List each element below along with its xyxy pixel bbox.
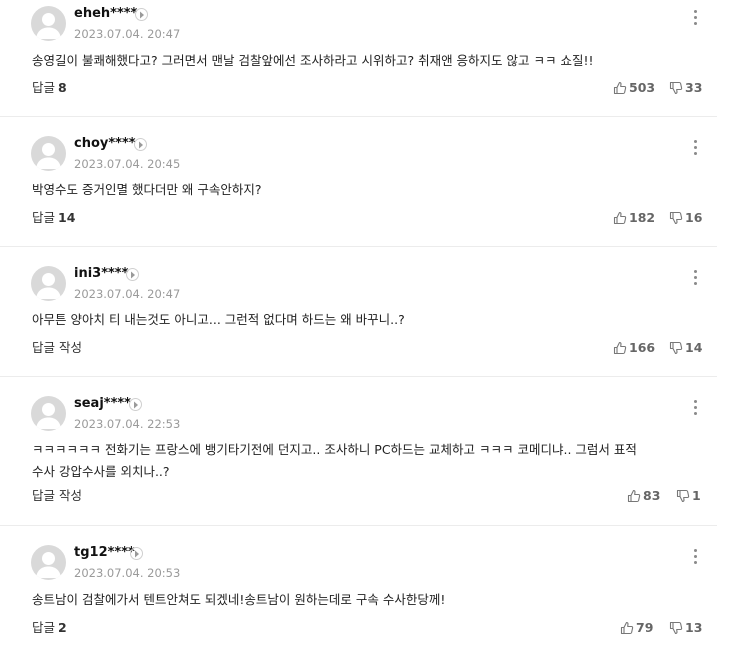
- reply-count: 2: [58, 620, 67, 635]
- comment-text-line: 수사 강압수사를 외치나..?: [32, 464, 170, 479]
- dislike-button[interactable]: 33: [669, 80, 702, 96]
- reply-label: 답글 작성: [32, 488, 82, 503]
- comment-text: 박영수도 증거인멸 했다더만 왜 구속안하지?: [32, 182, 262, 197]
- reply-label: 답글 작성: [32, 340, 82, 355]
- reply-count: 14: [58, 210, 76, 225]
- more-options-icon[interactable]: [690, 10, 700, 28]
- reply-label: 답글: [32, 80, 56, 95]
- username[interactable]: seaj****: [74, 396, 131, 412]
- timestamp: 2023.07.04. 20:45: [74, 157, 181, 171]
- thumbs-down-icon: [676, 489, 690, 503]
- default-avatar-icon: [36, 13, 61, 39]
- thumbs-down-icon: [669, 211, 683, 225]
- default-avatar-icon: [36, 403, 61, 429]
- profile-arrow-icon[interactable]: [134, 138, 147, 151]
- comment-text: 아무튼 양아치 티 내는것도 아니고... 그런적 없다며 하드는 왜 바꾸니.…: [32, 312, 405, 327]
- dislike-count: 13: [685, 620, 703, 635]
- reply-label: 답글: [32, 210, 56, 225]
- avatar[interactable]: [31, 545, 66, 580]
- default-avatar-icon: [36, 143, 61, 169]
- comment-item: eheh**** 2023.07.04. 20:47 송영길이 불쾌해했다고? …: [0, 6, 717, 117]
- like-count: 503: [629, 80, 656, 95]
- thumbs-up-icon: [613, 211, 627, 225]
- comment-item: tg12**** 2023.07.04. 20:53 송트남이 검찰에가서 텐트…: [0, 545, 717, 646]
- reply-label: 답글: [32, 620, 56, 635]
- like-count: 182: [629, 210, 656, 225]
- thumbs-up-icon: [613, 81, 627, 95]
- comment-text: 송영길이 불쾌해했다고? 그러면서 맨날 검찰앞에선 조사하라고 시위하고? 취…: [32, 53, 594, 68]
- dislike-count: 16: [685, 210, 703, 225]
- avatar[interactable]: [31, 396, 66, 431]
- more-options-icon[interactable]: [690, 270, 700, 288]
- reply-button[interactable]: 답글 8: [32, 80, 67, 96]
- profile-arrow-icon[interactable]: [130, 547, 143, 560]
- like-button[interactable]: 83: [627, 488, 660, 504]
- like-count: 83: [643, 488, 661, 503]
- dislike-count: 33: [685, 80, 703, 95]
- profile-arrow-icon[interactable]: [129, 398, 142, 411]
- more-options-icon[interactable]: [690, 140, 700, 158]
- like-count: 79: [636, 620, 654, 635]
- thumbs-up-icon: [620, 621, 634, 635]
- comment-item: seaj**** 2023.07.04. 22:53 ㅋㅋㅋㅋㅋㅋ 전화기는 프…: [0, 396, 717, 526]
- default-avatar-icon: [36, 552, 61, 578]
- thumbs-up-icon: [627, 489, 641, 503]
- comment-item: ini3**** 2023.07.04. 20:47 아무튼 양아치 티 내는것…: [0, 266, 717, 377]
- more-options-icon[interactable]: [690, 400, 700, 418]
- like-button[interactable]: 79: [620, 620, 653, 636]
- dislike-button[interactable]: 1: [676, 488, 701, 504]
- like-count: 166: [629, 340, 656, 355]
- timestamp: 2023.07.04. 22:53: [74, 417, 181, 431]
- more-options-icon[interactable]: [690, 549, 700, 567]
- reply-button[interactable]: 답글 2: [32, 620, 67, 636]
- thumbs-down-icon: [669, 81, 683, 95]
- username[interactable]: tg12****: [74, 545, 135, 561]
- username[interactable]: ini3****: [74, 266, 128, 282]
- timestamp: 2023.07.04. 20:47: [74, 27, 181, 41]
- dislike-button[interactable]: 14: [669, 340, 702, 356]
- avatar[interactable]: [31, 266, 66, 301]
- thumbs-down-icon: [669, 621, 683, 635]
- username[interactable]: eheh****: [74, 6, 137, 22]
- thumbs-down-icon: [669, 341, 683, 355]
- default-avatar-icon: [36, 273, 61, 299]
- like-button[interactable]: 182: [613, 210, 655, 226]
- reply-button[interactable]: 답글 작성: [32, 340, 82, 356]
- comment-text: ㅋㅋㅋㅋㅋㅋ 전화기는 프랑스에 뱅기타기전에 던지고.. 조사하니 PC하드는…: [32, 439, 692, 483]
- comment-item: choy**** 2023.07.04. 20:45 박영수도 증거인멸 했다더…: [0, 136, 717, 247]
- reply-count: 8: [58, 80, 67, 95]
- dislike-count: 14: [685, 340, 703, 355]
- reply-button[interactable]: 답글 14: [32, 210, 75, 226]
- reply-button[interactable]: 답글 작성: [32, 488, 82, 504]
- profile-arrow-icon[interactable]: [135, 8, 148, 21]
- dislike-count: 1: [692, 488, 701, 503]
- comment-text-line: ㅋㅋㅋㅋㅋㅋ 전화기는 프랑스에 뱅기타기전에 던지고.. 조사하니 PC하드는…: [32, 442, 637, 457]
- avatar[interactable]: [31, 6, 66, 41]
- avatar[interactable]: [31, 136, 66, 171]
- username[interactable]: choy****: [74, 136, 136, 152]
- like-button[interactable]: 166: [613, 340, 655, 356]
- profile-arrow-icon[interactable]: [126, 268, 139, 281]
- timestamp: 2023.07.04. 20:53: [74, 566, 181, 580]
- dislike-button[interactable]: 13: [669, 620, 702, 636]
- dislike-button[interactable]: 16: [669, 210, 702, 226]
- comment-text: 송트남이 검찰에가서 텐트안쳐도 되겠네!송트남이 원하는데로 구속 수사한당께…: [32, 592, 446, 607]
- thumbs-up-icon: [613, 341, 627, 355]
- timestamp: 2023.07.04. 20:47: [74, 287, 181, 301]
- like-button[interactable]: 503: [613, 80, 655, 96]
